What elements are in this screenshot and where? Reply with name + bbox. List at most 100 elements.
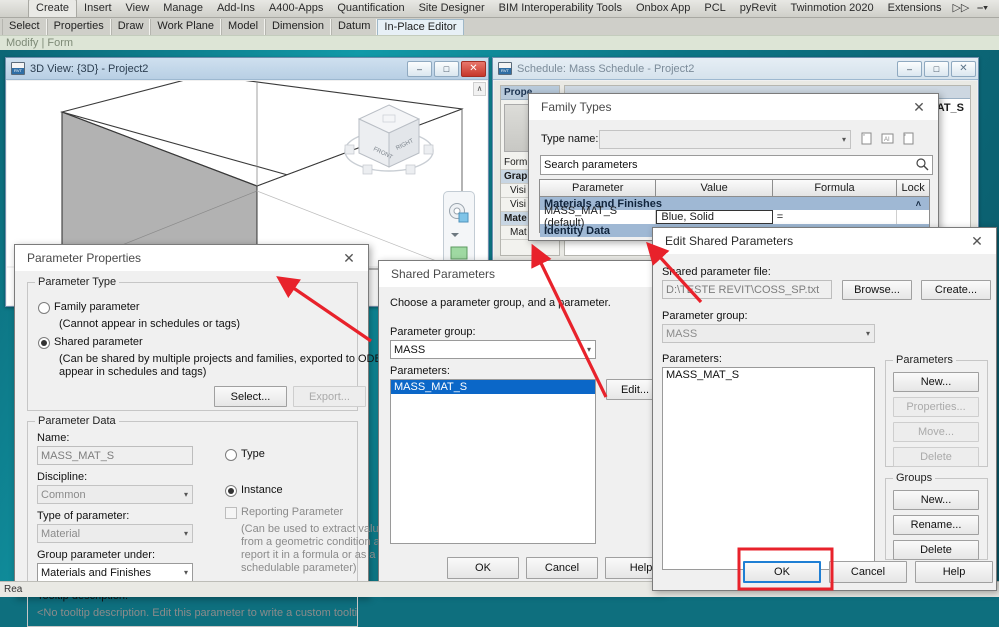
parameters-new-button[interactable]: New... (893, 372, 979, 392)
groups-delete-button[interactable]: Delete (893, 540, 979, 560)
cell-parameter-value[interactable]: Blue, Solid (656, 210, 772, 224)
type-name-combobox[interactable]: ▾ (599, 130, 851, 149)
family-types-parameter-table[interactable]: Parameter Value Formula Lock Materials a… (539, 179, 930, 233)
search-parameters-input[interactable]: Search parameters (540, 155, 933, 175)
parameter-properties-dialog[interactable]: Parameter Properties ✕ Parameter Type Fa… (14, 244, 369, 597)
view-cube[interactable]: FRONT RIGHT (337, 93, 441, 193)
chevron-down-icon: ▾ (184, 529, 188, 538)
ribbon-tab-insert[interactable]: Insert (77, 0, 119, 17)
list-item[interactable]: MASS_MAT_S (663, 368, 874, 382)
cell-parameter-lock[interactable] (897, 210, 929, 224)
close-icon[interactable]: ✕ (906, 96, 932, 118)
type-of-parameter-combobox[interactable]: Material ▾ (37, 524, 193, 543)
panel-tab-datum[interactable]: Datum (331, 19, 377, 35)
shared-parameter-file-input[interactable]: D:\TESTE REVIT\COSS_SP.txt (662, 280, 832, 299)
groups-rename-button[interactable]: Rename... (893, 515, 979, 535)
ribbon-tab-quantification[interactable]: Quantification (330, 0, 411, 17)
ribbon-tab-pyrevit[interactable]: pyRevit (733, 0, 784, 17)
instance-binding-label[interactable]: Instance (241, 484, 283, 496)
ribbon-tab-add-ins[interactable]: Add-Ins (210, 0, 262, 17)
ribbon-tab-create[interactable]: Create (28, 0, 77, 17)
ribbon-tab-view[interactable]: View (119, 0, 157, 17)
schedule-titlebar[interactable]: Schedule: Mass Schedule - Project2 – □ ✕ (493, 58, 978, 80)
shared-parameters-dialog[interactable]: Shared Parameters Choose a parameter gro… (378, 260, 663, 593)
family-types-toolbar[interactable]: * AI * (859, 130, 934, 149)
ribbon-tab-site-designer[interactable]: Site Designer (412, 0, 492, 17)
column-header-lock[interactable]: Lock (897, 180, 929, 196)
group-parameter-under-combobox[interactable]: Materials and Finishes ▾ (37, 563, 193, 582)
ribbon-tab-strip[interactable]: Create Insert View Manage Add-Ins A400-A… (0, 0, 999, 18)
table-row[interactable]: MASS_MAT_S (default) Blue, Solid = (540, 210, 929, 224)
svg-text:AI: AI (884, 137, 890, 143)
cell-parameter-name: MASS_MAT_S (default) (540, 210, 656, 224)
ribbon-tab-extensions[interactable]: Extensions (881, 0, 949, 17)
panel-tab-properties[interactable]: Properties (47, 19, 111, 35)
type-binding-label[interactable]: Type (241, 448, 265, 460)
duplicate-type-icon[interactable]: * (901, 131, 916, 149)
ribbon-tab-manage[interactable]: Manage (156, 0, 210, 17)
cancel-button[interactable]: Cancel (526, 557, 598, 579)
ribbon-tab-a400-apps[interactable]: A400-Apps (262, 0, 330, 17)
chevron-down-icon[interactable] (448, 230, 470, 238)
parameter-group-combobox[interactable]: MASS ▾ (390, 340, 596, 359)
parameter-group-combobox[interactable]: MASS ▾ (662, 324, 875, 343)
collapse-icon[interactable]: ˄ (916, 199, 929, 209)
family-parameter-radio[interactable] (38, 302, 50, 314)
schedule-maximize-button[interactable]: □ (924, 61, 949, 77)
panel-tab-model[interactable]: Model (221, 19, 265, 35)
family-parameter-label[interactable]: Family parameter (54, 301, 140, 313)
shared-parameter-label[interactable]: Shared parameter (54, 336, 143, 348)
ribbon-tab-twinmotion-2020[interactable]: Twinmotion 2020 (783, 0, 880, 17)
panel-tab-draw[interactable]: Draw (111, 19, 151, 35)
close-icon[interactable]: ✕ (336, 247, 362, 269)
column-header-value[interactable]: Value (656, 180, 772, 196)
panel-tab-dimension[interactable]: Dimension (265, 19, 331, 35)
double-chevron-right-icon[interactable]: ▷▷ (948, 0, 973, 17)
panel-tab-work-plane[interactable]: Work Plane (150, 19, 221, 35)
discipline-combobox[interactable]: Common ▾ (37, 485, 193, 504)
type-binding-radio[interactable] (225, 449, 237, 461)
list-item[interactable]: MASS_MAT_S (391, 380, 595, 394)
browse-button[interactable]: Browse... (842, 280, 912, 300)
ribbon-tab-bim-interoperability-tools[interactable]: BIM Interoperability Tools (492, 0, 629, 17)
help-button[interactable]: Help (915, 561, 993, 583)
schedule-title: Schedule: Mass Schedule - Project2 (517, 63, 897, 75)
shared-parameter-radio[interactable] (38, 337, 50, 349)
instance-binding-radio[interactable] (225, 485, 237, 497)
panel-tab-select[interactable]: Select (2, 19, 47, 35)
column-header-formula[interactable]: Formula (773, 180, 897, 196)
parameters-properties-button: Properties... (893, 397, 979, 417)
cancel-button[interactable]: Cancel (829, 561, 907, 583)
ok-button[interactable]: OK (743, 561, 821, 583)
edit-shared-parameters-dialog[interactable]: Edit Shared Parameters ✕ Shared paramete… (652, 227, 997, 591)
rename-type-icon[interactable]: AI (880, 131, 895, 149)
family-types-dialog[interactable]: Family Types ✕ Type name: ▾ * AI * Searc… (528, 93, 939, 241)
ribbon-panel-strip[interactable]: Select Properties Draw Work Plane Model … (0, 18, 999, 35)
new-type-icon[interactable]: * (859, 131, 874, 149)
close-icon[interactable]: ✕ (964, 230, 990, 252)
schedule-close-button[interactable]: ✕ (951, 61, 976, 77)
parameters-listbox[interactable]: MASS_MAT_S (662, 367, 875, 570)
view3d-minimize-button[interactable]: – (407, 61, 432, 77)
parameter-group-label: Parameter group: (662, 310, 748, 322)
groups-new-button[interactable]: New... (893, 490, 979, 510)
name-input[interactable]: MASS_MAT_S (37, 446, 193, 465)
scroll-up-button[interactable]: ∧ (473, 82, 486, 96)
panel-tab-in-place-editor[interactable]: In-Place Editor (377, 19, 463, 35)
ok-button[interactable]: OK (447, 557, 519, 579)
steering-wheel-icon[interactable] (448, 202, 470, 224)
ribbon-tab-onbox-app[interactable]: Onbox App (629, 0, 697, 17)
schedule-minimize-button[interactable]: – (897, 61, 922, 77)
ribbon-tab-pcl[interactable]: PCL (697, 0, 732, 17)
column-header-parameter[interactable]: Parameter (540, 180, 656, 196)
view3d-maximize-button[interactable]: □ (434, 61, 459, 77)
select-button[interactable]: Select... (214, 386, 287, 407)
view3d-close-button[interactable]: ✕ (461, 61, 486, 77)
chevron-down-icon: ▾ (587, 345, 591, 354)
cell-parameter-formula[interactable]: = (773, 210, 897, 224)
magnifier-icon[interactable] (915, 157, 929, 174)
create-button[interactable]: Create... (921, 280, 991, 300)
minimize-ribbon-icon[interactable]: ⎯▾ (973, 0, 992, 17)
view3d-titlebar[interactable]: 3D View: {3D} - Project2 – □ ✕ (6, 58, 488, 80)
parameters-listbox[interactable]: MASS_MAT_S (390, 379, 596, 544)
